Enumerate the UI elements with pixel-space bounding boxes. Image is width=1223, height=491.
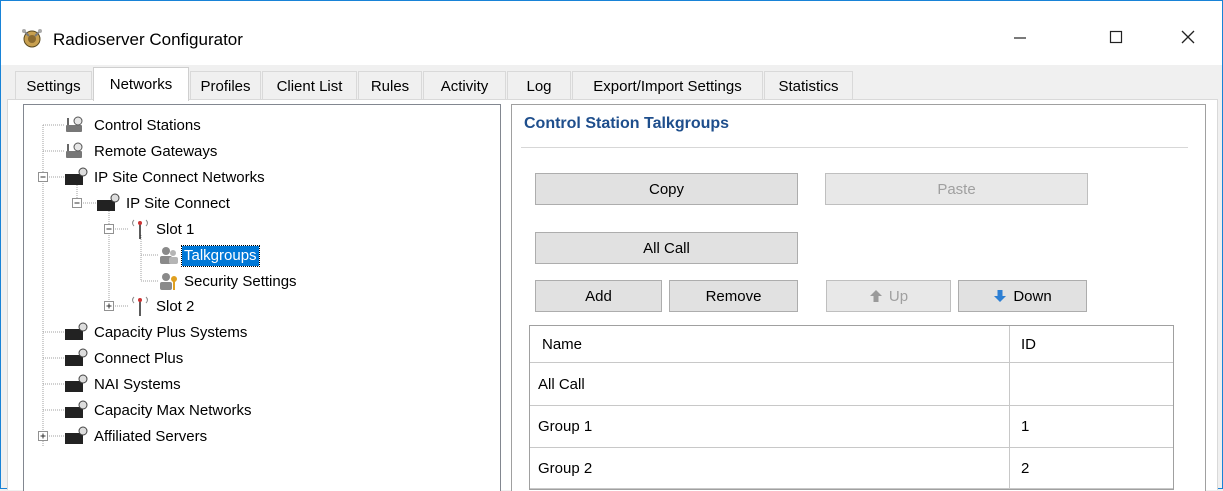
control-station-icon	[66, 116, 83, 132]
cell-name[interactable]: Group 2	[530, 448, 1010, 488]
tree-item-nai-systems[interactable]: NAI Systems	[92, 375, 183, 395]
tree-item-remote-gateways[interactable]: Remote Gateways	[92, 142, 219, 162]
section-divider	[521, 147, 1188, 148]
all-call-button-label: All Call	[643, 239, 690, 257]
network-icon	[65, 374, 88, 392]
column-header-id[interactable]: ID	[1010, 326, 1173, 362]
tree-item-affiliated-servers[interactable]: Affiliated Servers	[92, 427, 209, 447]
tab-settings[interactable]: Settings	[15, 71, 92, 99]
up-button-label: Up	[888, 287, 909, 305]
remove-button-label: Remove	[705, 287, 762, 305]
all-call-button[interactable]: All Call	[535, 232, 798, 264]
close-button[interactable]	[1165, 15, 1211, 59]
tab-statistics[interactable]: Statistics	[764, 71, 853, 99]
down-arrow-icon	[994, 290, 1007, 302]
tree-item-connect-plus[interactable]: Connect Plus	[92, 349, 185, 369]
security-icon	[160, 273, 177, 290]
table-row[interactable]: All Call	[530, 363, 1173, 406]
minimize-button[interactable]	[997, 15, 1043, 59]
network-icon	[97, 193, 120, 211]
network-icon	[65, 400, 88, 418]
tree-item-slot-1[interactable]: Slot 1	[154, 220, 196, 240]
maximize-icon	[1109, 30, 1123, 44]
network-icon	[65, 322, 88, 340]
network-tree[interactable]: Control Stations Remote Gateways IP Site…	[23, 104, 501, 491]
tab-log[interactable]: Log	[507, 71, 571, 99]
networks-tab-page: Control Stations Remote Gateways IP Site…	[7, 99, 1218, 491]
cell-id[interactable]	[1010, 363, 1173, 405]
app-window: Radioserver Configurator Settings Networ…	[0, 0, 1223, 491]
cell-name[interactable]: Group 1	[530, 406, 1010, 447]
maximize-button[interactable]	[1093, 15, 1139, 59]
up-arrow-icon	[869, 290, 882, 302]
control-station-icon	[66, 142, 83, 158]
add-button-label: Add	[585, 287, 612, 305]
table-row[interactable]: Group 2 2	[530, 448, 1173, 489]
table-row[interactable]: Group 1 1	[530, 406, 1173, 448]
tab-client-list[interactable]: Client List	[262, 71, 357, 99]
window-title: Radioserver Configurator	[53, 30, 243, 49]
tab-rules[interactable]: Rules	[358, 71, 422, 99]
tree-item-security-settings[interactable]: Security Settings	[182, 272, 299, 292]
table-header: Name ID	[530, 326, 1173, 363]
paste-button[interactable]: Paste	[825, 173, 1088, 205]
antenna-icon	[132, 219, 148, 239]
tree-item-capacity-plus-systems[interactable]: Capacity Plus Systems	[92, 323, 249, 343]
add-button[interactable]: Add	[535, 280, 662, 312]
section-title: Control Station Talkgroups	[524, 115, 730, 132]
tab-networks[interactable]: Networks	[93, 67, 189, 101]
cell-id[interactable]: 2	[1010, 448, 1173, 488]
up-button[interactable]: Up	[826, 280, 951, 312]
tree-item-capacity-max-networks[interactable]: Capacity Max Networks	[92, 401, 254, 421]
cell-id[interactable]: 1	[1010, 406, 1173, 447]
talkgroups-table[interactable]: Name ID All Call Group 1 1 Group 2 2	[529, 325, 1174, 490]
app-icon	[22, 29, 42, 48]
tree-item-ip-site-connect-networks[interactable]: IP Site Connect Networks	[92, 168, 267, 188]
tree-item-slot-2[interactable]: Slot 2	[154, 297, 196, 317]
title-bar[interactable]: Radioserver Configurator	[1, 1, 1222, 65]
down-button[interactable]: Down	[958, 280, 1087, 312]
minimize-icon	[1014, 37, 1026, 39]
tab-activity[interactable]: Activity	[423, 71, 506, 99]
tree-item-ip-site-connect[interactable]: IP Site Connect	[124, 194, 232, 214]
tree-item-talkgroups[interactable]: Talkgroups	[181, 245, 260, 267]
talkgroups-icon	[160, 247, 178, 264]
tab-export-import-settings[interactable]: Export/Import Settings	[572, 71, 763, 99]
copy-button[interactable]: Copy	[535, 173, 798, 205]
network-icon	[65, 426, 88, 444]
talkgroups-panel: Control Station Talkgroups Copy Paste Al…	[511, 104, 1206, 491]
tab-profiles[interactable]: Profiles	[190, 71, 261, 99]
column-header-name[interactable]: Name	[530, 326, 1010, 362]
close-icon	[1181, 30, 1195, 44]
tab-strip: Settings Networks Profiles Client List R…	[1, 65, 1222, 101]
remove-button[interactable]: Remove	[669, 280, 798, 312]
cell-name[interactable]: All Call	[530, 363, 1010, 405]
antenna-icon	[132, 296, 148, 316]
network-icon	[65, 348, 88, 366]
tree-item-control-stations[interactable]: Control Stations	[92, 116, 203, 136]
paste-button-label: Paste	[937, 180, 976, 198]
down-button-label: Down	[1013, 287, 1052, 305]
network-icon	[65, 167, 88, 185]
copy-button-label: Copy	[648, 180, 685, 198]
